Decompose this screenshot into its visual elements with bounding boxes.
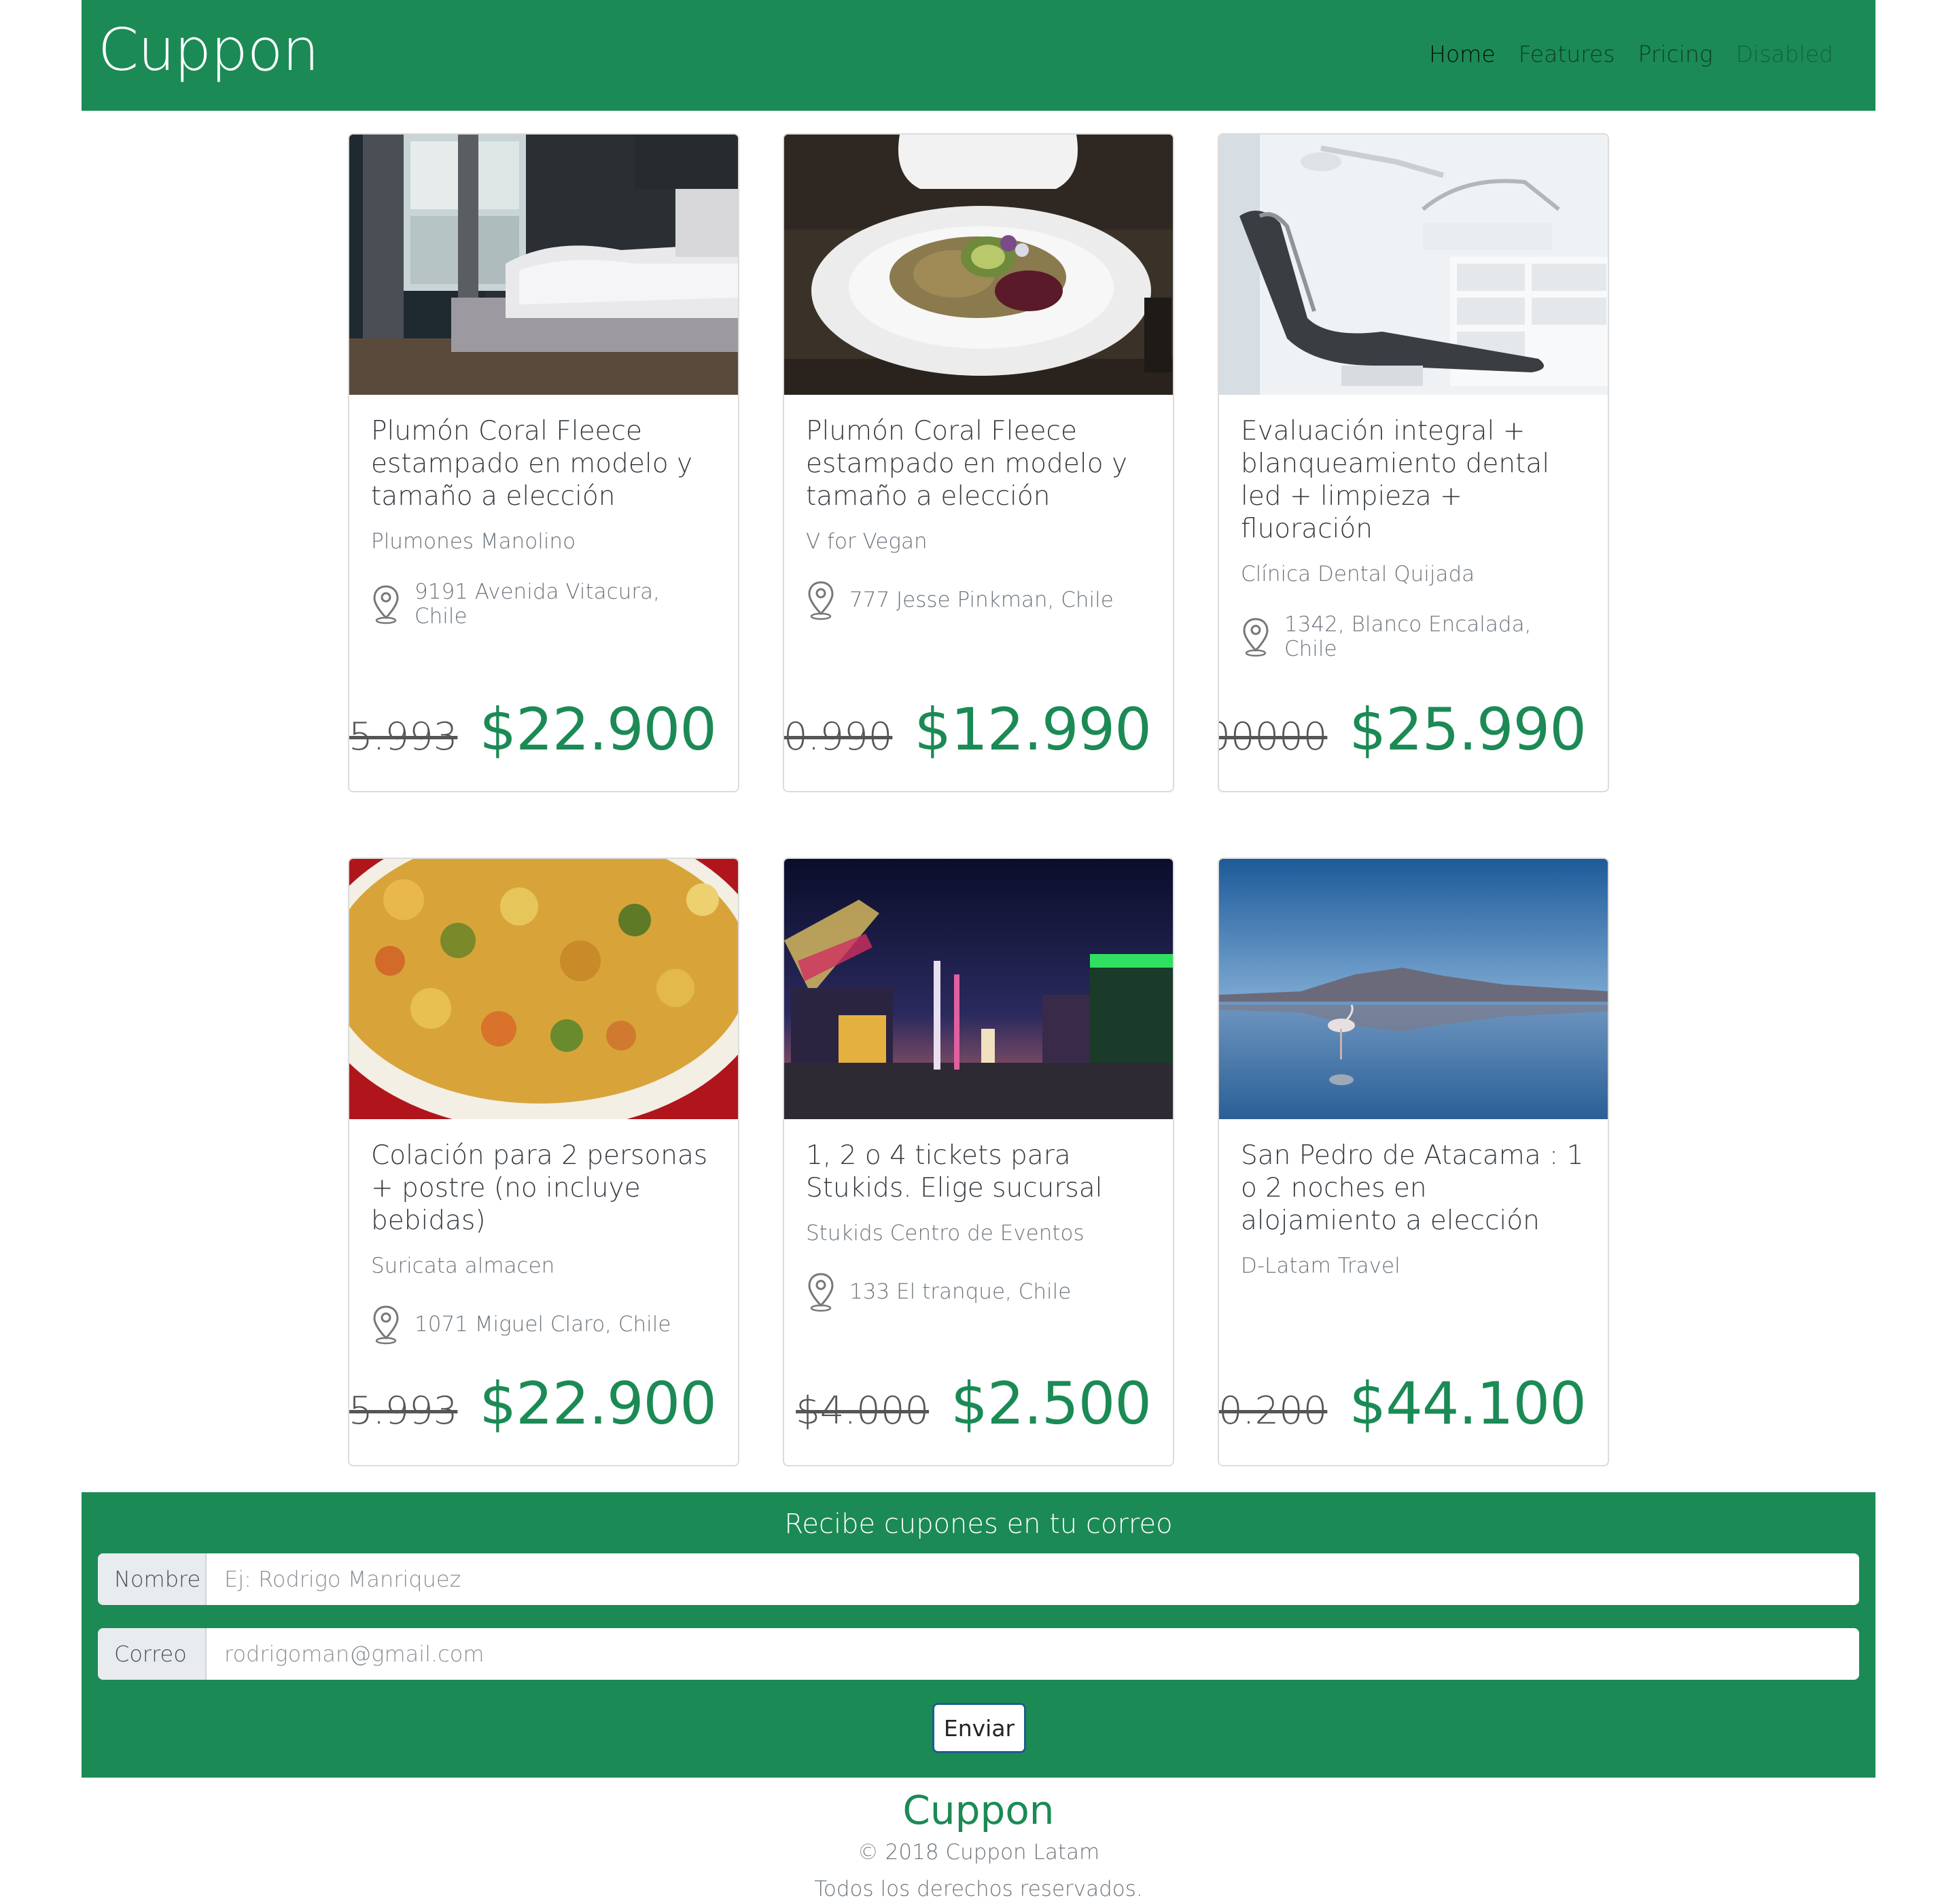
location-pin-icon xyxy=(373,585,399,624)
deal-image-salt-flat xyxy=(1219,859,1608,1119)
deal-old-price: $80.200 xyxy=(1218,1389,1328,1433)
location-pin-icon xyxy=(808,1273,834,1312)
deal-address: 777 Jesse Pinkman, Chile xyxy=(806,580,1151,620)
nav-features[interactable]: Features xyxy=(1519,41,1615,67)
deal-prices: $30.990 $12.990 xyxy=(783,696,1152,764)
page: Cuppon Home Features Pricing Disabled Pl… xyxy=(0,0,1957,1904)
footer-brand: Cuppon xyxy=(902,1787,1055,1833)
deal-prices: $300000 $25.990 xyxy=(1219,696,1587,764)
deal-address-text: 133 El tranque, Chile xyxy=(849,1280,1072,1304)
location-pin-icon xyxy=(373,1305,399,1345)
deal-address-text: 1071 Miguel Claro, Chile xyxy=(415,1312,671,1337)
deal-new-price: $22.900 xyxy=(479,1370,717,1438)
deal-card[interactable]: 1, 2 o 4 tickets para Stukids. Elige suc… xyxy=(783,858,1174,1466)
deal-vendor: V for Vegan xyxy=(806,529,928,554)
navbar: Cuppon Home Features Pricing Disabled xyxy=(82,0,1875,111)
deal-vendor: Clínica Dental Quijada xyxy=(1241,562,1475,586)
deal-address: 9191 Avenida Vitacura, Chile xyxy=(371,580,716,629)
deal-title[interactable]: Plumón Coral Fleece estampado en modelo … xyxy=(806,415,1151,513)
location-pin-icon xyxy=(1243,618,1269,657)
deal-card[interactable]: Plumón Coral Fleece estampado en modelo … xyxy=(783,133,1174,792)
nav-disabled: Disabled xyxy=(1735,41,1833,67)
brand-logo[interactable]: Cuppon xyxy=(98,16,319,84)
deal-vendor: Plumones Manolino xyxy=(371,529,576,554)
subscribe-title: Recibe cupones en tu correo xyxy=(784,1509,1173,1540)
nav-home[interactable]: Home xyxy=(1429,41,1495,67)
deal-new-price: $2.500 xyxy=(951,1370,1152,1438)
deal-old-price: $45.993 xyxy=(349,715,458,759)
name-label: Nombre xyxy=(98,1553,207,1605)
deal-new-price: $22.900 xyxy=(479,696,717,764)
deal-title[interactable]: 1, 2 o 4 tickets para Stukids. Elige suc… xyxy=(806,1140,1151,1205)
deal-prices: $45.993 $22.900 xyxy=(349,1370,717,1438)
deal-old-price: $30.990 xyxy=(783,715,893,759)
footer-copyright: © 2018 Cuppon Latam xyxy=(857,1840,1100,1865)
deal-old-price: $45.993 xyxy=(349,1389,458,1433)
email-input[interactable] xyxy=(207,1628,1859,1680)
name-input[interactable] xyxy=(207,1553,1859,1605)
deal-vendor: Stukids Centro de Eventos xyxy=(806,1221,1085,1246)
deal-new-price: $44.100 xyxy=(1349,1370,1587,1438)
deal-title[interactable]: Evaluación integral + blanqueamiento den… xyxy=(1241,415,1586,546)
deal-title[interactable]: Plumón Coral Fleece estampado en modelo … xyxy=(371,415,716,513)
deal-image-carnival xyxy=(784,859,1173,1119)
deal-old-price: $4.000 xyxy=(796,1389,930,1433)
deal-prices: $4.000 $2.500 xyxy=(796,1370,1152,1438)
deal-address-text: 9191 Avenida Vitacura, Chile xyxy=(415,580,660,629)
name-input-group: Nombre xyxy=(98,1553,1859,1605)
deal-image-bedroom xyxy=(349,135,738,395)
email-input-group: Correo xyxy=(98,1628,1859,1680)
subscribe-section: Recibe cupones en tu correo Nombre Corre… xyxy=(82,1492,1875,1778)
deal-prices: $80.200 $44.100 xyxy=(1218,1370,1587,1438)
deal-card[interactable]: Plumón Coral Fleece estampado en modelo … xyxy=(348,133,739,792)
deal-card[interactable]: Evaluación integral + blanqueamiento den… xyxy=(1218,133,1609,792)
deal-vendor: Suricata almacen xyxy=(371,1254,555,1278)
nav-links: Home Features Pricing Disabled xyxy=(1406,41,1833,67)
send-button[interactable]: Enviar xyxy=(932,1703,1026,1753)
nav-pricing[interactable]: Pricing xyxy=(1638,41,1713,67)
deal-address-text: 777 Jesse Pinkman, Chile xyxy=(849,588,1114,612)
location-pin-icon xyxy=(808,581,834,620)
deal-old-price: $300000 xyxy=(1219,715,1328,759)
email-label: Correo xyxy=(98,1628,207,1680)
deal-card[interactable]: San Pedro de Atacama : 1 o 2 noches en a… xyxy=(1218,858,1609,1466)
deal-new-price: $25.990 xyxy=(1349,696,1587,764)
deal-address-text: 1342, Blanco Encalada, Chile xyxy=(1284,612,1532,661)
deal-image-dental-chair xyxy=(1219,135,1608,395)
deal-address: 1342, Blanco Encalada, Chile xyxy=(1241,612,1586,661)
deal-title[interactable]: San Pedro de Atacama : 1 o 2 noches en a… xyxy=(1241,1140,1586,1237)
deal-image-vegan-plate xyxy=(784,135,1173,395)
deal-prices: $45.993 $22.900 xyxy=(349,696,717,764)
deal-new-price: $12.990 xyxy=(914,696,1152,764)
deal-vendor: D-Latam Travel xyxy=(1241,1254,1400,1278)
deal-address: 1071 Miguel Claro, Chile xyxy=(371,1304,716,1345)
deal-card[interactable]: Colación para 2 personas + postre (no in… xyxy=(348,858,739,1466)
footer-rights: Todos los derechos reservados. xyxy=(814,1877,1143,1901)
deal-image-food-bowl xyxy=(349,859,738,1119)
deal-address: 133 El tranque, Chile xyxy=(806,1271,1151,1312)
deal-title[interactable]: Colación para 2 personas + postre (no in… xyxy=(371,1140,716,1237)
